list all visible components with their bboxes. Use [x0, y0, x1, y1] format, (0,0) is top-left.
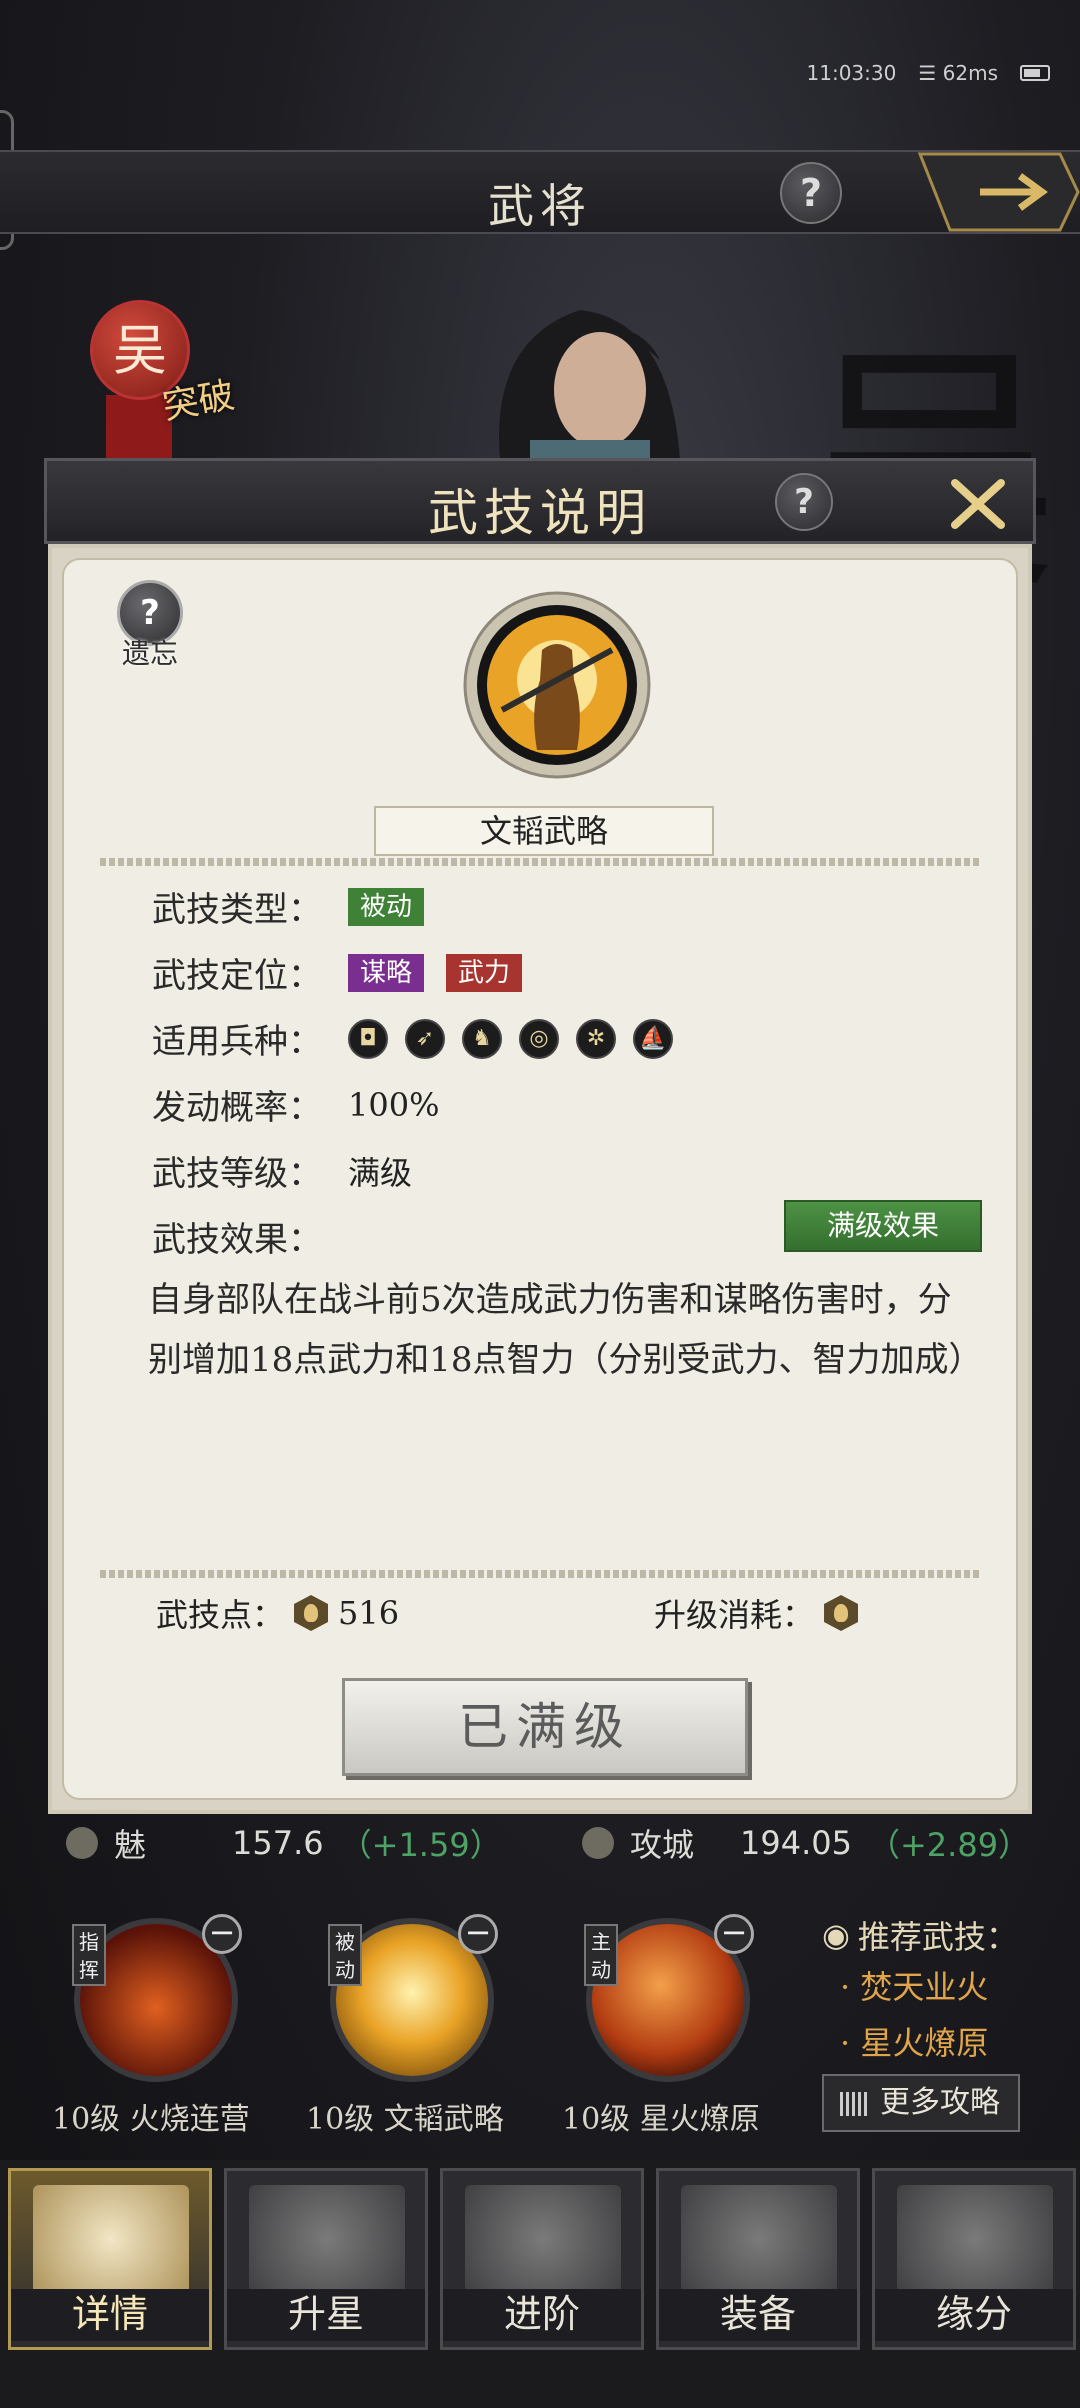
skill-points: 武技点： 516	[156, 1590, 399, 1636]
skill-type-badge: 主动	[584, 1924, 618, 1986]
unit-icons: ◘ ➶ ♞ ◎ ✲ ⛵	[348, 1018, 673, 1059]
recommend-title: ◉ 推荐武技：	[822, 1912, 1018, 1958]
shield-icon: ◘	[348, 1018, 388, 1059]
nav-tab-equipment[interactable]: 装备	[656, 2168, 860, 2350]
skill-point-icon	[824, 1595, 859, 1631]
ship-icon: ⛵	[633, 1018, 673, 1059]
skill-type-badge: 指挥	[72, 1924, 106, 1986]
remove-skill-button[interactable]: −	[458, 1914, 498, 1954]
skill-points-label: 武技点：	[156, 1596, 285, 1634]
skill-slot-label: 10级 火烧连营	[52, 2102, 250, 2137]
unit-types-row: 适用兵种： ◘ ➶ ♞ ◎ ✲ ⛵	[152, 1014, 673, 1063]
nav-tab-bond[interactable]: 缘分	[872, 2168, 1076, 2350]
role-tag-force: 武力	[446, 953, 523, 992]
upgrade-cost-label: 升级消耗：	[654, 1596, 815, 1634]
stat-label: 攻城	[630, 1826, 695, 1864]
skill-point-icon	[294, 1595, 329, 1631]
charm-icon	[66, 1827, 98, 1859]
nav-tab-details[interactable]: 详情	[8, 2168, 212, 2350]
signal-icon: ☰	[918, 61, 937, 85]
nav-tab-star[interactable]: 升星	[224, 2168, 428, 2350]
recommend-item[interactable]: · 焚天业火	[840, 1962, 988, 2008]
forget-skill-button[interactable]: ? 遗忘	[110, 580, 190, 670]
remove-skill-button[interactable]: −	[714, 1914, 754, 1954]
skill-level-value: 满级	[348, 1153, 413, 1192]
skill-slot-passive[interactable]: 被动 −	[322, 1910, 502, 2090]
role-tag-strategy: 谋略	[348, 953, 425, 992]
modal-header: 武技说明 ?	[44, 458, 1036, 544]
recommend-item[interactable]: · 星火燎原	[840, 2018, 988, 2064]
nav-label: 升星	[227, 2289, 425, 2341]
upgrade-cost: 升级消耗：	[654, 1590, 859, 1636]
modal-title: 武技说明	[428, 484, 652, 542]
forget-label: 遗忘	[121, 637, 178, 670]
recommend-icon: ◉	[822, 1916, 850, 1954]
siege-icon	[582, 1827, 614, 1859]
nav-label: 装备	[659, 2289, 857, 2341]
skill-role-label: 武技定位：	[152, 956, 322, 996]
close-icon[interactable]	[945, 475, 1011, 533]
skill-level-row: 武技等级： 满级	[152, 1146, 412, 1195]
skill-effect-row: 武技效果：	[152, 1212, 348, 1261]
modal-help-button[interactable]: ?	[775, 473, 833, 531]
divider-bottom	[100, 1570, 980, 1578]
skill-type-badge: 被动	[328, 1924, 362, 1986]
battery-icon	[1020, 65, 1050, 81]
ping-readout: ☰ 62ms	[918, 61, 998, 85]
scroll-icon	[33, 2185, 189, 2305]
cavalry-icon: ♞	[462, 1018, 502, 1059]
nav-tab-advance[interactable]: 进阶	[440, 2168, 644, 2350]
remove-skill-button[interactable]: −	[202, 1914, 242, 1954]
header-help-button[interactable]: ?	[780, 162, 842, 224]
skill-level-label: 武技等级：	[152, 1154, 322, 1194]
skill-type-label: 武技类型：	[152, 890, 322, 930]
clock: 11:03:30	[806, 61, 897, 85]
stat-delta: （+1.59）	[339, 1826, 502, 1864]
skill-points-value: 516	[338, 1594, 400, 1632]
status-bar: 11:03:30 ☰ 62ms	[807, 58, 1050, 88]
stat-value: 194.05	[740, 1824, 852, 1862]
back-arrow-button[interactable]	[910, 150, 1080, 234]
nav-label: 详情	[11, 2289, 209, 2341]
stat-siege: 攻城 194.05 （+2.89）	[582, 1820, 1030, 1866]
spear-icon: ➶	[405, 1018, 445, 1059]
shield-sword-icon	[681, 2185, 837, 2305]
stat-label: 魅	[114, 1826, 147, 1864]
divider-top	[100, 858, 980, 866]
max-level-button[interactable]: 已满级	[342, 1678, 748, 1776]
unit-types-label: 适用兵种：	[152, 1022, 322, 1062]
wheel-icon: ✲	[576, 1018, 616, 1059]
bow-icon: ◎	[519, 1018, 559, 1059]
trigger-prob-label: 发动概率：	[152, 1088, 322, 1128]
trigger-prob-row: 发动概率： 100%	[152, 1080, 439, 1129]
ping-value: 62ms	[942, 61, 998, 85]
skill-effect-label: 武技效果：	[152, 1220, 322, 1260]
stat-charm: 魅 157.6 （+1.59）	[66, 1820, 502, 1866]
nav-label: 缘分	[875, 2289, 1073, 2341]
skill-description: 自身部队在战斗前5次造成武力伤害和谋略伤害时，分别增加18点武力和18点智力（分…	[148, 1280, 983, 1380]
beast-statue-icon	[465, 2185, 621, 2305]
hero-portrait	[499, 310, 680, 460]
max-effect-button[interactable]: 满级效果	[784, 1200, 982, 1252]
skill-slot-command[interactable]: 指挥 −	[66, 1910, 246, 2090]
handshake-icon	[897, 2185, 1053, 2305]
skill-type-tag: 被动	[348, 887, 425, 926]
skill-slot-label: 10级 文韬武略	[306, 2102, 504, 2137]
skill-role-row: 武技定位： 谋略 武力	[152, 948, 544, 997]
recommend-title-text: 推荐武技：	[857, 1918, 1018, 1956]
stat-value: 157.6	[232, 1824, 324, 1862]
skill-slot-label: 10级 星火燎原	[562, 2102, 760, 2137]
stat-delta: （+2.89）	[867, 1826, 1031, 1864]
octagon-medal-icon	[249, 2185, 405, 2305]
nav-label: 进阶	[443, 2289, 641, 2341]
skill-emblem-icon	[463, 591, 651, 779]
skill-slot-active[interactable]: 主动 −	[578, 1910, 758, 2090]
skill-name: 文韬武略	[374, 806, 714, 856]
more-guides-button[interactable]: 更多攻略	[822, 2074, 1020, 2132]
skill-detail-modal: ? 遗忘 文韬武略 武技类型： 被动 武技定位： 谋略 武力 适用兵种： ◘ ➶…	[48, 544, 1032, 1814]
trigger-prob-value: 100%	[348, 1085, 440, 1124]
modal-panel: ? 遗忘 文韬武略 武技类型： 被动 武技定位： 谋略 武力 适用兵种： ◘ ➶…	[62, 558, 1018, 1800]
skill-type-row: 武技类型： 被动	[152, 882, 446, 931]
